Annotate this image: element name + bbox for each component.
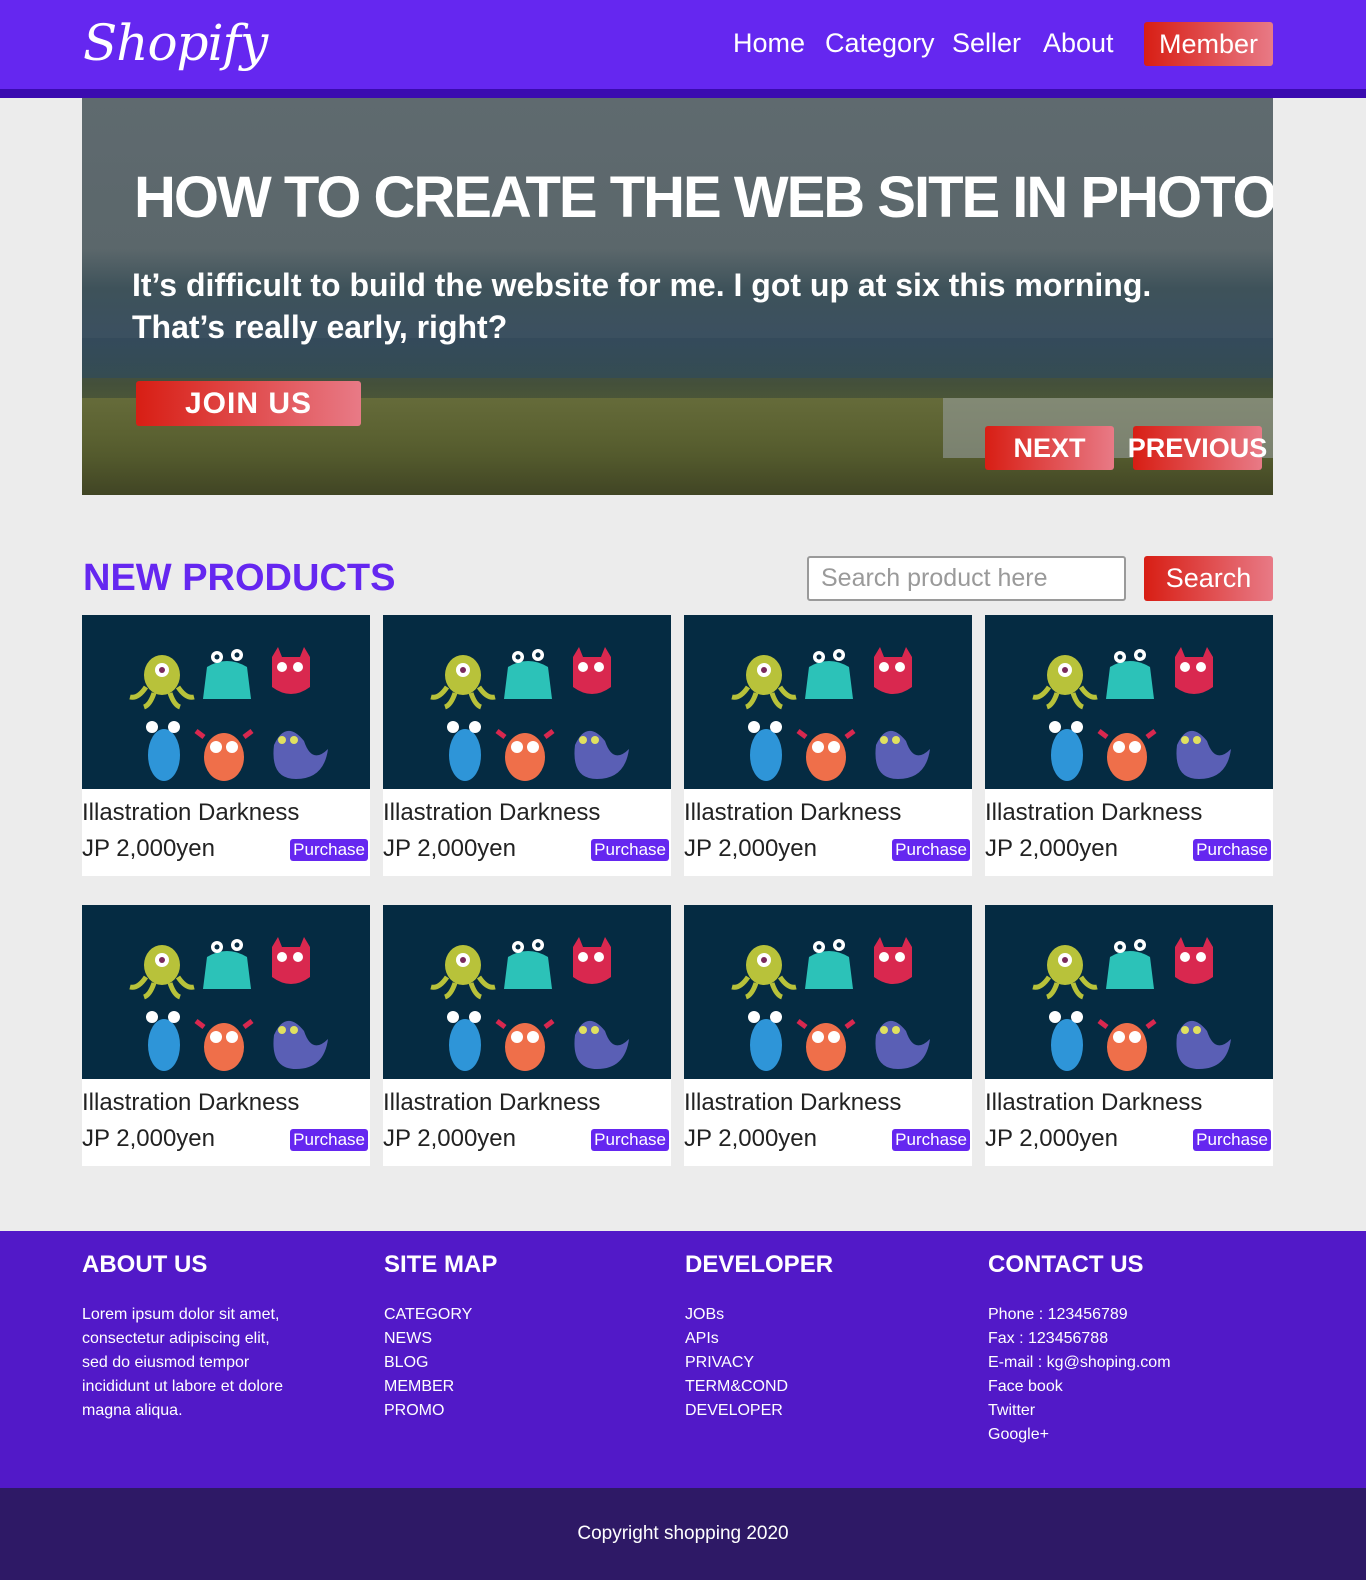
product-card[interactable]: Illastration Darkness JP 2,000yen Purchase: [684, 905, 972, 1166]
footer-about-line: sed do eiusmod tempor: [82, 1354, 250, 1371]
product-name: Illastration Darkness: [985, 799, 1203, 826]
hero-banner: HOW TO CREATE THE WEB SITE IN PHOTOSHOP …: [82, 98, 1273, 495]
product-name: Illastration Darkness: [684, 1089, 902, 1116]
footer-link-promo[interactable]: PROMO: [384, 1399, 497, 1423]
footer-link-jobs[interactable]: JOBs: [685, 1303, 833, 1327]
contact-facebook[interactable]: Face book: [988, 1375, 1171, 1399]
next-button[interactable]: NEXT: [985, 426, 1114, 470]
purchase-button[interactable]: Purchase: [1193, 839, 1271, 861]
footer-about-line: Lorem ipsum dolor sit amet,: [82, 1306, 280, 1323]
product-card[interactable]: Illastration Darkness JP 2,000yen Purchase: [985, 905, 1273, 1166]
product-name: Illastration Darkness: [684, 799, 902, 826]
product-image[interactable]: [985, 615, 1273, 789]
product-image[interactable]: [684, 615, 972, 789]
footer: ABOUT US Lorem ipsum dolor sit amet, con…: [0, 1231, 1366, 1488]
product-name: Illastration Darkness: [82, 1089, 300, 1116]
product-image[interactable]: [82, 615, 370, 789]
logo[interactable]: Shopify: [83, 14, 268, 72]
hero-title: HOW TO CREATE THE WEB SITE IN PHOTOSHOP: [134, 165, 1273, 230]
product-price: JP 2,000yen: [684, 835, 817, 862]
copyright-bar: Copyright shopping 2020: [0, 1488, 1366, 1580]
footer-contact-title: CONTACT US: [988, 1251, 1144, 1278]
footer-about-line: consectetur adipiscing elit,: [82, 1330, 270, 1347]
section-title: NEW PRODUCTS: [83, 557, 396, 599]
product-card[interactable]: Illastration Darkness JP 2,000yen Purchase: [383, 615, 671, 876]
purchase-button[interactable]: Purchase: [591, 839, 669, 861]
product-name: Illastration Darkness: [985, 1089, 1203, 1116]
footer-contact: CONTACT US Phone : 123456789 Fax : 12345…: [988, 1251, 1171, 1447]
contact-google-plus[interactable]: Google+: [988, 1423, 1171, 1447]
product-image[interactable]: [383, 615, 671, 789]
footer-about-title: ABOUT US: [82, 1251, 208, 1278]
footer-developer-title: DEVELOPER: [685, 1251, 834, 1278]
purchase-button[interactable]: Purchase: [892, 1129, 970, 1151]
join-us-button[interactable]: JOIN US: [136, 381, 361, 426]
product-name: Illastration Darkness: [383, 1089, 601, 1116]
product-price: JP 2,000yen: [985, 835, 1118, 862]
footer-about-line: incididunt ut labore et dolore: [82, 1378, 284, 1395]
header-divider: [0, 89, 1366, 98]
footer-link-developer[interactable]: DEVELOPER: [685, 1399, 833, 1423]
product-price: JP 2,000yen: [383, 1125, 516, 1152]
contact-email[interactable]: E-mail : kg@shoping.com: [988, 1351, 1171, 1375]
contact-fax: Fax : 123456788: [988, 1330, 1109, 1347]
footer-link-privacy[interactable]: PRIVACY: [685, 1351, 833, 1375]
footer-about: ABOUT US Lorem ipsum dolor sit amet, con…: [82, 1251, 283, 1423]
purchase-button[interactable]: Purchase: [290, 1129, 368, 1151]
product-image[interactable]: [82, 905, 370, 1079]
nav-home[interactable]: Home: [733, 28, 805, 59]
product-price: JP 2,000yen: [684, 1125, 817, 1152]
product-price: JP 2,000yen: [985, 1125, 1118, 1152]
footer-about-line: magna aliqua.: [82, 1402, 183, 1419]
purchase-button[interactable]: Purchase: [591, 1129, 669, 1151]
product-price: JP 2,000yen: [82, 835, 215, 862]
product-card[interactable]: Illastration Darkness JP 2,000yen Purchase: [383, 905, 671, 1166]
product-card[interactable]: Illastration Darkness JP 2,000yen Purchase: [82, 905, 370, 1166]
product-name: Illastration Darkness: [383, 799, 601, 826]
purchase-button[interactable]: Purchase: [290, 839, 368, 861]
nav-about[interactable]: About: [1043, 28, 1114, 59]
footer-link-news[interactable]: NEWS: [384, 1327, 497, 1351]
nav-seller[interactable]: Seller: [952, 28, 1021, 59]
footer-link-category[interactable]: CATEGORY: [384, 1303, 497, 1327]
purchase-button[interactable]: Purchase: [1193, 1129, 1271, 1151]
search-button[interactable]: Search: [1144, 556, 1273, 601]
product-name: Illastration Darkness: [82, 799, 300, 826]
product-card[interactable]: Illastration Darkness JP 2,000yen Purchase: [985, 615, 1273, 876]
product-image[interactable]: [684, 905, 972, 1079]
top-navbar: Shopify Home Category Seller About Membe…: [0, 0, 1366, 89]
product-card[interactable]: Illastration Darkness JP 2,000yen Purchase: [82, 615, 370, 876]
search-input[interactable]: [807, 556, 1126, 601]
contact-twitter[interactable]: Twitter: [988, 1399, 1171, 1423]
product-card[interactable]: Illastration Darkness JP 2,000yen Purchase: [684, 615, 972, 876]
nav-category[interactable]: Category: [825, 28, 935, 59]
product-image[interactable]: [383, 905, 671, 1079]
previous-button[interactable]: PREVIOUS: [1128, 426, 1267, 470]
footer-sitemap-title: SITE MAP: [384, 1251, 498, 1278]
purchase-button[interactable]: Purchase: [892, 839, 970, 861]
product-image[interactable]: [985, 905, 1273, 1079]
footer-link-member[interactable]: MEMBER: [384, 1375, 497, 1399]
product-price: JP 2,000yen: [82, 1125, 215, 1152]
footer-developer: DEVELOPER JOBs APIs PRIVACY TERM&COND DE…: [685, 1251, 833, 1423]
footer-link-blog[interactable]: BLOG: [384, 1351, 497, 1375]
footer-sitemap: SITE MAP CATEGORY NEWS BLOG MEMBER PROMO: [384, 1251, 497, 1423]
footer-link-terms[interactable]: TERM&COND: [685, 1375, 833, 1399]
footer-link-apis[interactable]: APIs: [685, 1327, 833, 1351]
product-price: JP 2,000yen: [383, 835, 516, 862]
member-button[interactable]: Member: [1144, 22, 1273, 66]
contact-phone: Phone : 123456789: [988, 1306, 1128, 1323]
hero-text: It’s difficult to build the website for …: [132, 267, 1152, 345]
